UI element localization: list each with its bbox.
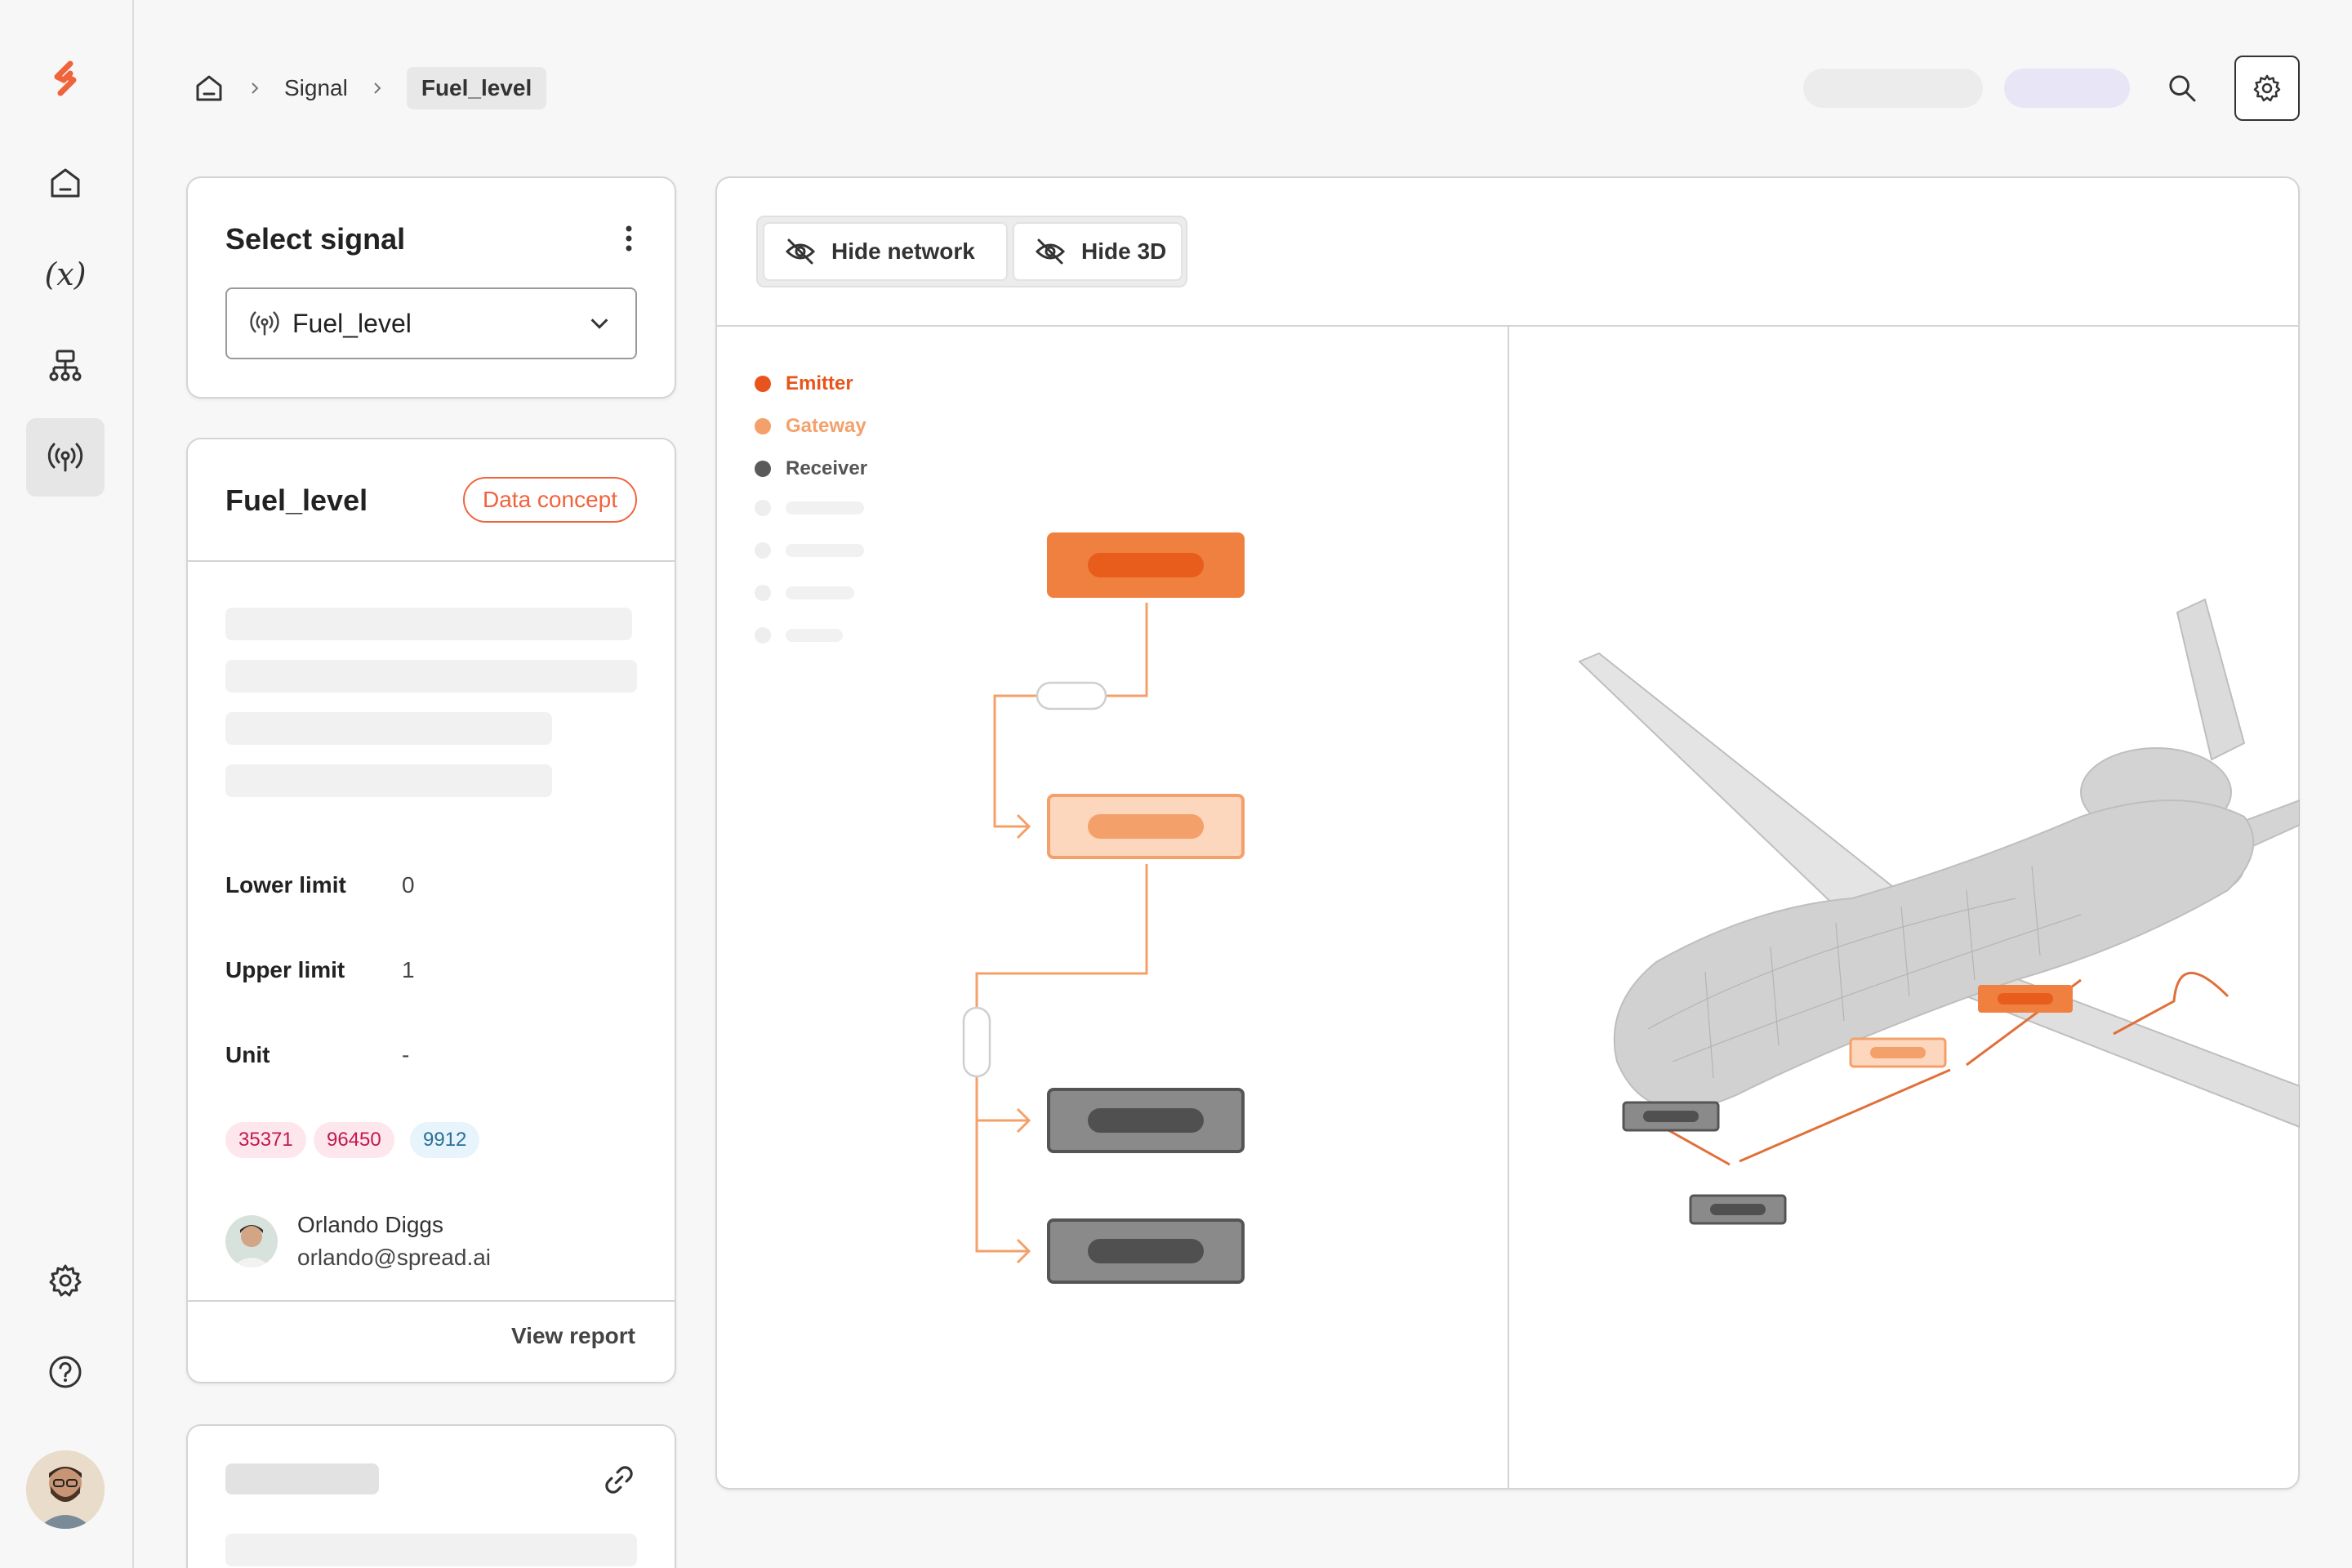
- aircraft-3d-view[interactable]: [1509, 327, 2300, 1490]
- gear-icon: [49, 1264, 82, 1297]
- upper-limit-label: Upper limit: [225, 957, 345, 982]
- link-icon[interactable]: [601, 1462, 637, 1498]
- sidebar-item-home[interactable]: [26, 144, 105, 222]
- signal-select[interactable]: Fuel_level: [225, 287, 637, 359]
- view-report-button[interactable]: View report: [511, 1323, 635, 1349]
- skeleton-line: [225, 660, 637, 693]
- owner-avatar: [225, 1215, 278, 1267]
- search-icon: [2169, 75, 2196, 102]
- sidebar-item-signals[interactable]: [26, 418, 105, 497]
- tag[interactable]: 96450: [314, 1122, 394, 1158]
- link-card: [186, 1424, 676, 1568]
- tag[interactable]: 9912: [410, 1122, 480, 1158]
- signal-name: Fuel_level: [225, 483, 368, 517]
- signal-broadcast-icon: [47, 443, 83, 472]
- divider: [188, 1300, 675, 1302]
- logo-icon: [54, 60, 77, 96]
- signal-detail-card: Fuel_level Data concept Lower limit 0 Up…: [186, 438, 676, 1383]
- variable-icon: (x): [44, 256, 87, 292]
- sidebar-item-variables[interactable]: (x): [26, 235, 105, 314]
- help-icon: [49, 1356, 82, 1388]
- skeleton-line: [225, 1534, 637, 1566]
- gateway-node[interactable]: [1047, 794, 1245, 859]
- breadcrumb: Signal Fuel_level: [193, 65, 547, 111]
- chevron-right-icon: [374, 82, 381, 94]
- signal-broadcast-icon: [250, 311, 279, 336]
- unit-label: Unit: [225, 1042, 270, 1067]
- upper-limit-value: 1: [402, 957, 415, 982]
- receiver-node[interactable]: [1047, 1088, 1245, 1153]
- breadcrumb-current: Fuel_level: [406, 67, 547, 109]
- emitter-node[interactable]: [1047, 532, 1245, 598]
- settings-button[interactable]: [2234, 56, 2300, 121]
- home-icon[interactable]: [193, 72, 225, 105]
- chevron-down-icon: [590, 318, 608, 329]
- sidebar-item-help[interactable]: [26, 1333, 105, 1411]
- skeleton-line: [225, 764, 552, 797]
- brand-logo[interactable]: [26, 39, 105, 118]
- sidebar: (x): [0, 0, 134, 1568]
- owner-email[interactable]: orlando@spread.ai: [297, 1245, 491, 1271]
- lower-limit-label: Lower limit: [225, 872, 346, 898]
- sidebar-item-network[interactable]: [26, 327, 105, 405]
- card-title: Select signal: [225, 222, 406, 256]
- select-value: Fuel_level: [292, 308, 412, 338]
- network-panel: Hide network Hide 3D Emitter Gateway Rec…: [715, 176, 2300, 1490]
- header-placeholder-pill: [1803, 69, 1983, 108]
- skeleton-title: [225, 1463, 379, 1494]
- select-signal-card: Select signal Fuel_level: [186, 176, 676, 399]
- home-icon: [51, 168, 80, 198]
- data-concept-badge: Data concept: [463, 477, 637, 523]
- network-tree-icon: [49, 350, 82, 381]
- skeleton-line: [225, 712, 552, 745]
- lower-limit-value: 0: [402, 872, 415, 898]
- search-button[interactable]: [2163, 69, 2202, 108]
- sidebar-item-settings[interactable]: [26, 1241, 105, 1320]
- header-placeholder-pill-accent: [2004, 69, 2130, 108]
- owner-name: Orlando Diggs: [297, 1212, 443, 1237]
- gear-icon: [2253, 74, 2281, 102]
- unit-value: -: [402, 1042, 410, 1067]
- breadcrumb-signal[interactable]: Signal: [284, 75, 348, 101]
- chevron-right-icon: [252, 82, 259, 94]
- skeleton-line: [225, 608, 632, 640]
- tag[interactable]: 35371: [225, 1122, 306, 1158]
- user-avatar[interactable]: [26, 1450, 105, 1529]
- receiver-node[interactable]: [1047, 1218, 1245, 1284]
- more-vertical-icon[interactable]: [624, 224, 634, 253]
- divider: [188, 560, 675, 562]
